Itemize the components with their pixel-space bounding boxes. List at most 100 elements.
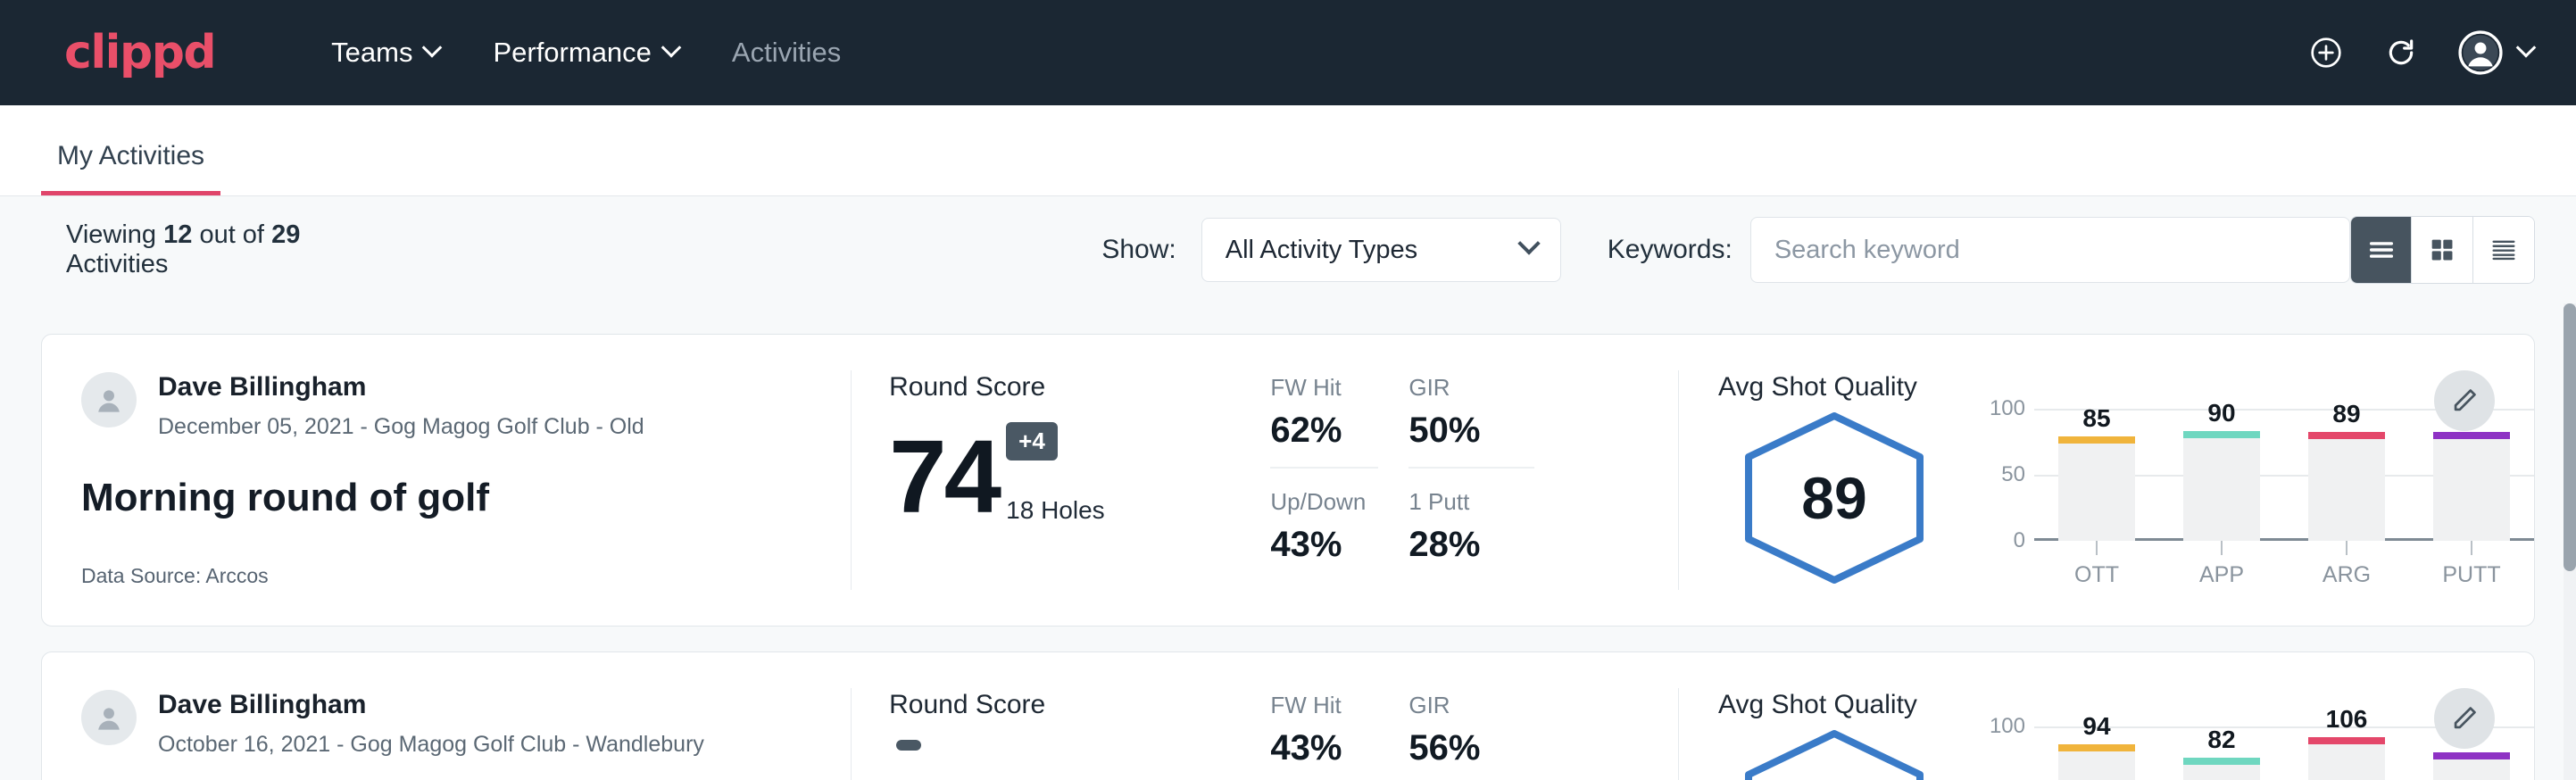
stat-value: 43% (1270, 728, 1378, 768)
activity-meta: October 16, 2021 - Gog Magog Golf Club -… (158, 732, 704, 758)
activity-summary-column: Dave Billingham December 05, 2021 - Gog … (42, 335, 851, 626)
bar-cap (2433, 752, 2510, 759)
holes-count: 18 Holes (1006, 496, 1105, 525)
tab-label: My Activities (57, 141, 204, 170)
x-tick-label: PUTT (2433, 562, 2510, 588)
stat-value: 56% (1408, 728, 1534, 768)
x-tick-label: ARG (2308, 562, 2385, 588)
stat-value: 28% (1408, 525, 1565, 565)
main-nav: Teams Performance Activities (304, 28, 868, 78)
bar-value-label: 82 (2183, 726, 2260, 754)
keywords-label: Keywords: (1608, 235, 1733, 265)
round-score-column: Round Score (852, 652, 1265, 780)
bar: 106 (2308, 744, 2385, 780)
nav-item-label: Performance (493, 37, 651, 69)
show-label: Show: (1101, 235, 1176, 265)
list-view-button[interactable] (2351, 217, 2412, 283)
compact-view-button[interactable] (2473, 217, 2534, 283)
tab-my-activities[interactable]: My Activities (41, 141, 220, 195)
bar-value-label: 94 (2058, 712, 2135, 741)
nav-item-activities[interactable]: Activities (705, 28, 868, 78)
stat-value: 62% (1270, 411, 1378, 451)
bar-column: 82 (2183, 726, 2260, 780)
scrollbar-thumb[interactable] (2564, 303, 2576, 571)
bar: 89 (2433, 439, 2510, 540)
stat-value: 43% (1270, 525, 1408, 565)
chart-tickmarks (2034, 541, 2534, 555)
edit-activity-button[interactable] (2434, 370, 2495, 431)
nav-actions (2308, 30, 2533, 75)
chevron-down-icon (2516, 37, 2537, 58)
stat-up-down: Up/Down 43% (1270, 469, 1408, 581)
y-tick-label: 50 (2001, 462, 2025, 487)
bar-column: 106 (2308, 726, 2385, 780)
player-name: Dave Billingham (158, 372, 644, 403)
bar-cap (2433, 432, 2510, 439)
avg-shot-quality-label: Avg Shot Quality (1718, 372, 2534, 402)
bar-column: 85 (2058, 409, 2135, 541)
add-circle-icon[interactable] (2308, 35, 2344, 71)
chevron-down-icon (1517, 232, 1540, 254)
stat-fw-hit: FW Hit 62% (1270, 374, 1378, 469)
bar: 90 (2183, 438, 2260, 541)
chevron-down-icon (661, 37, 682, 58)
avg-shot-quality-column: Avg Shot Quality 100 50 0 (1679, 652, 2534, 780)
viewing-prefix: Viewing (66, 220, 156, 249)
y-tick-label: 100 (1990, 396, 2025, 421)
stat-label: 1 Putt (1408, 488, 1565, 516)
nav-item-performance[interactable]: Performance (466, 28, 704, 78)
viewing-count-text: Viewing 12 out of 29 Activities (66, 220, 366, 279)
chart-x-labels: OTT APP ARG PUTT (2034, 562, 2534, 588)
tab-bar: My Activities (0, 105, 2576, 196)
bar-value-label: 85 (2058, 404, 2135, 433)
bar-cap (2058, 436, 2135, 444)
bar: 82 (2183, 765, 2260, 780)
stat-label: GIR (1408, 692, 1534, 719)
stat-value: 50% (1408, 411, 1534, 451)
avatar (81, 372, 137, 427)
stat-one-putt: 1 Putt 28% (1408, 469, 1565, 581)
bar: 89 (2308, 439, 2385, 540)
edit-activity-button[interactable] (2434, 688, 2495, 749)
activity-card[interactable]: Dave Billingham October 16, 2021 - Gog M… (41, 651, 2535, 780)
activity-type-value: All Activity Types (1226, 236, 1521, 265)
activity-type-select[interactable]: All Activity Types (1201, 218, 1561, 282)
round-score-label: Round Score (889, 372, 1265, 402)
avg-shot-quality-column: Avg Shot Quality 89 100 50 0 (1679, 335, 2534, 626)
player-header: Dave Billingham October 16, 2021 - Gog M… (81, 690, 851, 758)
bar-column: 89 (2308, 409, 2385, 541)
score-to-par-badge: +4 (1006, 422, 1058, 461)
y-tick-label: 0 (2014, 528, 2025, 553)
viewing-count: 12 (163, 220, 192, 249)
view-mode-toggle-group (2350, 216, 2535, 284)
activity-card[interactable]: Dave Billingham December 05, 2021 - Gog … (41, 334, 2535, 626)
grid-view-button[interactable] (2412, 217, 2472, 283)
stat-label: FW Hit (1270, 374, 1378, 402)
app-logo[interactable]: clippd (64, 26, 215, 79)
score-to-par-badge (896, 740, 921, 751)
y-tick-label: 100 (1990, 714, 2025, 739)
shot-quality-bar-chart: 100 50 0 85 90 89 89 (1979, 409, 2534, 588)
bar-cap (2308, 432, 2385, 439)
round-score-value: 74 (889, 429, 999, 525)
bar-column: 94 (2058, 726, 2135, 780)
bar-cap (2058, 744, 2135, 751)
nav-item-teams[interactable]: Teams (304, 28, 466, 78)
activity-card-list: Dave Billingham December 05, 2021 - Gog … (0, 303, 2576, 780)
bar-value-label: 89 (2308, 400, 2385, 428)
account-avatar-icon[interactable] (2458, 30, 2533, 75)
stat-fw-hit: FW Hit 43% (1270, 692, 1378, 780)
refresh-icon[interactable] (2383, 35, 2419, 71)
bar: 94 (2058, 751, 2135, 780)
player-name: Dave Billingham (158, 690, 704, 721)
bar-value-label: 90 (2183, 399, 2260, 427)
stat-label: GIR (1408, 374, 1534, 402)
bar-cap (2183, 758, 2260, 765)
bar: 87 (2433, 759, 2510, 780)
stat-label: Up/Down (1270, 488, 1408, 516)
round-stats-column: FW Hit 43% GIR 56% Up/Down 1 Putt (1265, 652, 1678, 780)
page-scrollbar[interactable] (2564, 303, 2576, 780)
stat-label: FW Hit (1270, 692, 1378, 719)
search-input[interactable] (1750, 217, 2350, 283)
chart-y-axis: 100 50 0 (1979, 409, 2034, 541)
